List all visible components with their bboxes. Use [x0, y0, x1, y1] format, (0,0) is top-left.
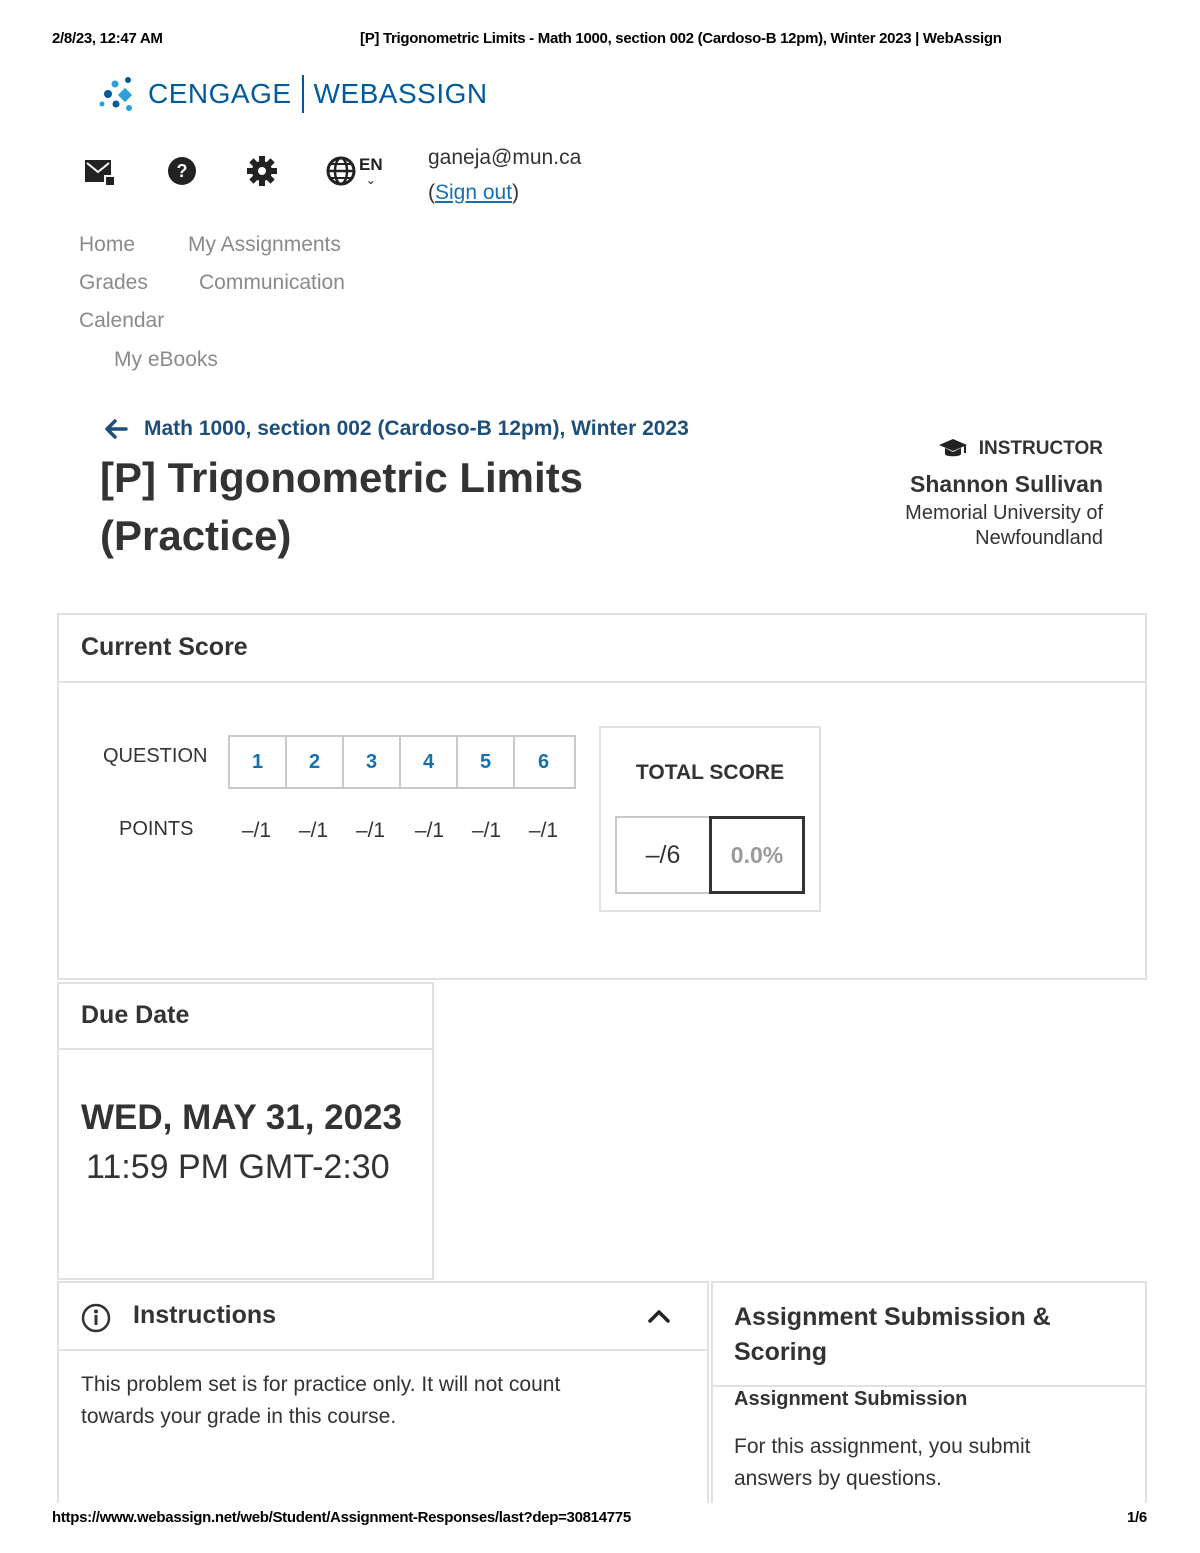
page-title: [P] Trigonometric Limits (Practice): [100, 449, 583, 565]
submission-text-line1: For this assignment, you submit: [734, 1435, 1031, 1458]
info-icon: [81, 1303, 111, 1333]
submission-card: Assignment Submission & Scoring Assignme…: [711, 1281, 1147, 1503]
question-5-points: –/1: [471, 819, 502, 842]
user-email: ganeja@mun.ca: [428, 146, 582, 169]
instructions-card: Instructions This problem set is for pra…: [57, 1281, 709, 1503]
question-label: QUESTION: [103, 745, 208, 767]
submission-title-line2: Scoring: [734, 1338, 828, 1366]
cengage-logo-icon: [99, 77, 133, 111]
question-1-button[interactable]: 1: [230, 737, 287, 787]
question-2-points: –/1: [298, 819, 329, 842]
current-score-header: Current Score: [59, 615, 1145, 683]
instructor-box: INSTRUCTOR Shannon Sullivan Memorial Uni…: [783, 437, 1103, 550]
instructions-text-line1: This problem set is for practice only. I…: [81, 1373, 561, 1396]
due-date-title: Due Date: [81, 1001, 190, 1029]
brand-separator: [301, 75, 304, 113]
print-datetime: 2/8/23, 12:47 AM: [52, 30, 163, 47]
sign-out-wrapper: (Sign out): [428, 181, 519, 205]
total-score-label: TOTAL SCORE: [635, 761, 785, 784]
question-6-button[interactable]: 6: [515, 737, 572, 787]
print-page-number: 1/6: [1127, 1509, 1147, 1526]
nav-home[interactable]: Home: [79, 233, 135, 257]
page-title-line1: [P] Trigonometric Limits: [100, 454, 584, 501]
submission-subtitle: Assignment Submission: [734, 1388, 968, 1410]
instructor-org-line2: Newfoundland: [975, 527, 1103, 549]
language-selector[interactable]: EN ⌄: [325, 155, 383, 187]
chevron-down-icon: ⌄: [365, 173, 376, 187]
chevron-up-icon[interactable]: [647, 1307, 671, 1325]
question-5-button[interactable]: 5: [458, 737, 515, 787]
print-url: https://www.webassign.net/web/Student/As…: [52, 1509, 631, 1526]
question-3-button[interactable]: 3: [344, 737, 401, 787]
due-date-header: Due Date: [59, 984, 432, 1050]
nav-communication[interactable]: Communication: [199, 271, 345, 295]
paren-close: ): [512, 181, 520, 204]
submission-text-line2: answers by questions.: [734, 1467, 942, 1490]
nav-calendar[interactable]: Calendar: [79, 309, 164, 333]
language-code: EN: [359, 155, 383, 174]
instructions-text: This problem set is for practice only. I…: [81, 1369, 560, 1433]
submission-title: Assignment Submission & Scoring: [734, 1300, 1051, 1370]
brand-webassign: WEBASSIGN: [313, 78, 488, 109]
instructions-header[interactable]: Instructions: [59, 1283, 707, 1351]
brand-logo[interactable]: CENGAGE WEBASSIGN: [98, 74, 488, 114]
nav-grades[interactable]: Grades: [79, 271, 148, 295]
paren-open: (: [428, 181, 435, 204]
instructions-text-line2: towards your grade in this course.: [81, 1405, 397, 1428]
print-page-title: [P] Trigonometric Limits - Math 1000, se…: [360, 30, 1002, 47]
instructions-title: Instructions: [133, 1301, 277, 1329]
page-title-line2: (Practice): [100, 512, 292, 559]
nav-my-ebooks[interactable]: My eBooks: [114, 348, 218, 372]
total-score-box: TOTAL SCORE –/6 0.0%: [599, 726, 821, 912]
brand-cengage: CENGAGE: [148, 78, 292, 109]
graduation-cap-icon: [938, 439, 967, 457]
submission-header: Assignment Submission & Scoring: [713, 1283, 1145, 1387]
globe-icon: [326, 156, 356, 186]
current-score-title: Current Score: [81, 633, 248, 661]
nav-my-assignments[interactable]: My Assignments: [188, 233, 341, 257]
due-date-card: Due Date WED, MAY 31, 2023 11:59 PM GMT-…: [57, 982, 434, 1280]
inbox-icon[interactable]: [83, 154, 117, 188]
question-3-points: –/1: [355, 819, 386, 842]
total-percent: 0.0%: [709, 816, 805, 894]
due-date-value: WED, MAY 31, 2023: [81, 1098, 402, 1137]
arrow-left-icon: [105, 419, 128, 439]
instructor-label: INSTRUCTOR: [978, 438, 1103, 459]
gear-icon[interactable]: [245, 154, 279, 188]
help-icon[interactable]: ?: [165, 154, 199, 188]
question-4-button[interactable]: 4: [401, 737, 458, 787]
question-1-points: –/1: [241, 819, 272, 842]
sign-out-link[interactable]: Sign out: [435, 181, 512, 204]
svg-text:?: ?: [177, 161, 188, 181]
instructor-org-line1: Memorial University of: [905, 502, 1103, 524]
total-points: –/6: [615, 816, 711, 894]
current-score-card: Current Score QUESTION POINTS 1 2 3 4 5 …: [57, 613, 1147, 980]
question-6-points: –/1: [528, 819, 559, 842]
course-breadcrumb[interactable]: Math 1000, section 002 (Cardoso-B 12pm),…: [104, 417, 689, 441]
question-nav: 1 2 3 4 5 6: [228, 735, 576, 789]
due-time-value: 11:59 PM GMT-2:30: [86, 1148, 390, 1186]
submission-title-line1: Assignment Submission &: [734, 1303, 1051, 1331]
question-4-points: –/1: [414, 819, 445, 842]
points-label: POINTS: [119, 818, 194, 840]
submission-text: For this assignment, you submit answers …: [734, 1431, 1030, 1495]
question-2-button[interactable]: 2: [287, 737, 344, 787]
instructor-name: Shannon Sullivan: [910, 471, 1103, 497]
course-link: Math 1000, section 002 (Cardoso-B 12pm),…: [144, 417, 689, 440]
